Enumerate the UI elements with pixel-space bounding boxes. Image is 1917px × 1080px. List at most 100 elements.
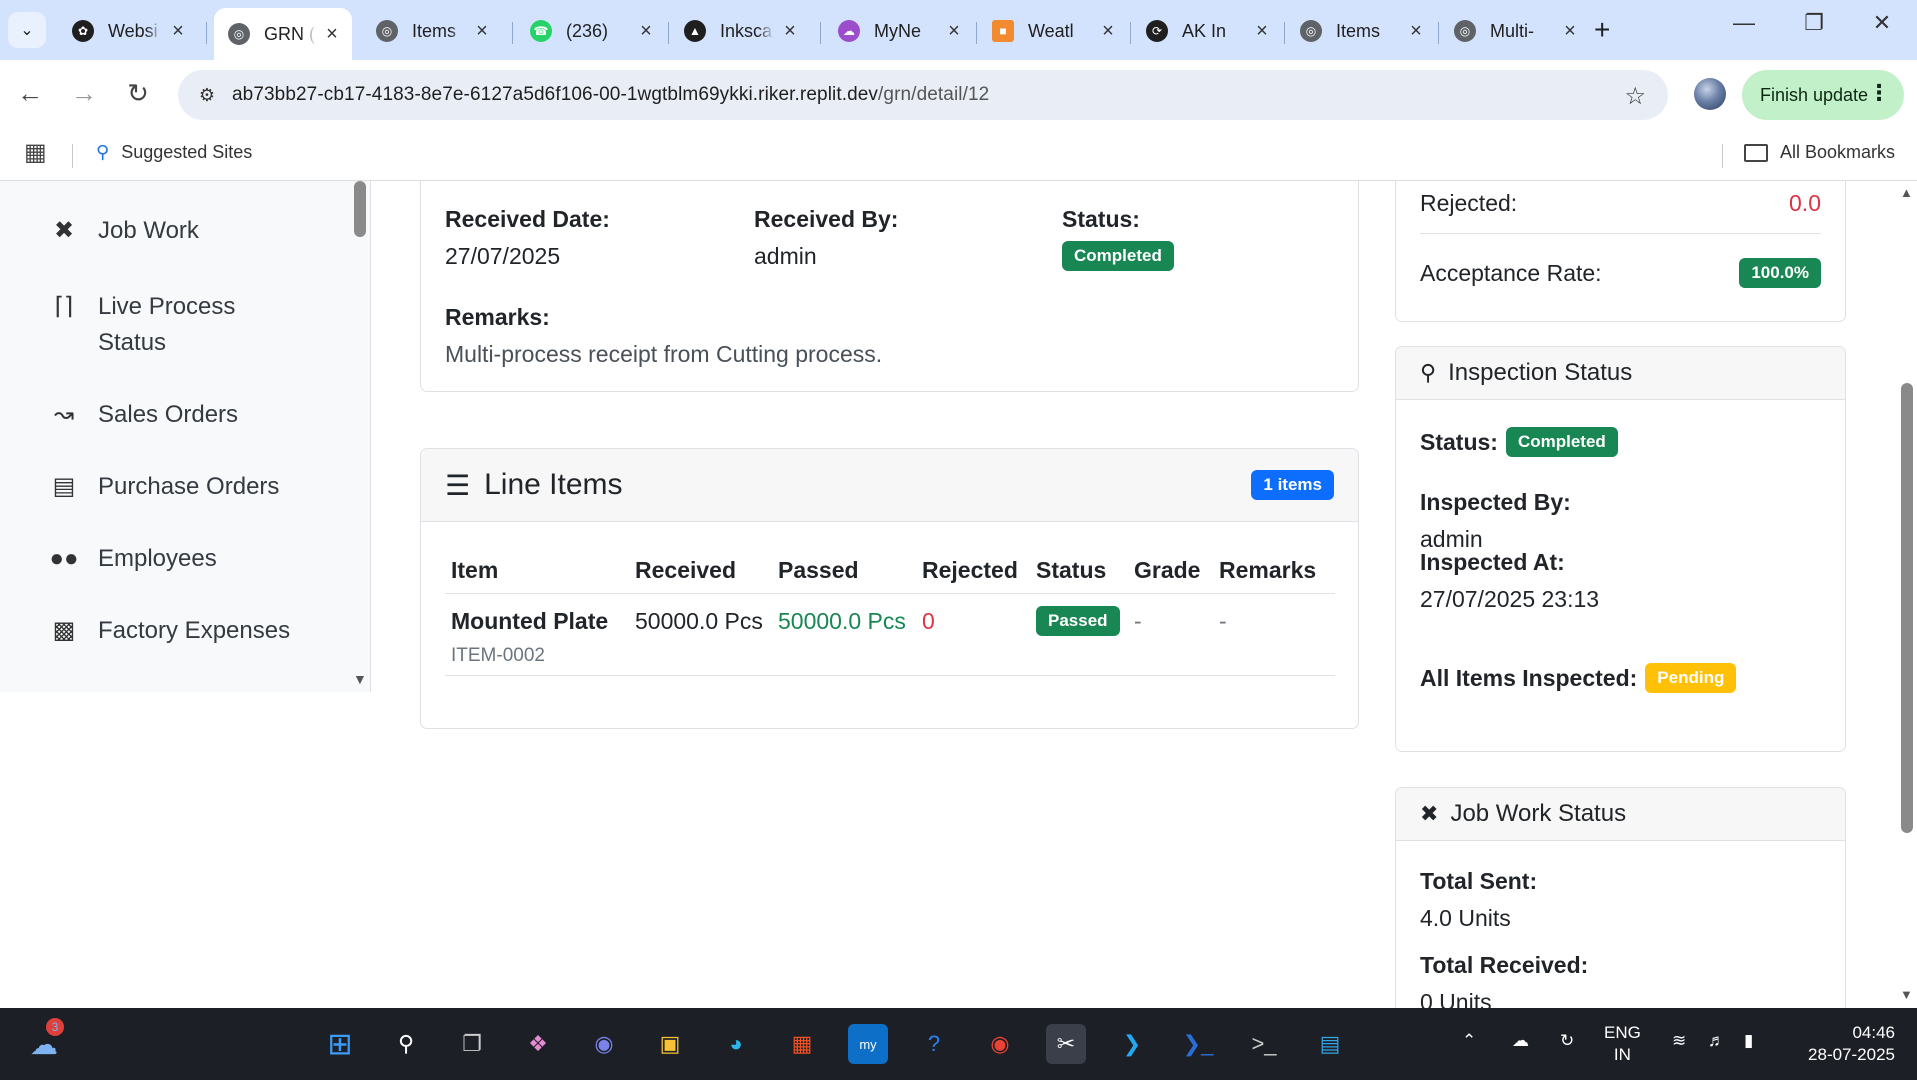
close-icon[interactable]: ×: [1252, 20, 1272, 43]
scroll-down-arrow-icon[interactable]: ▼: [353, 671, 367, 687]
total-sent-field: Total Sent: 4.0 Units: [1420, 868, 1538, 931]
teams-button[interactable]: ◉: [584, 1024, 624, 1064]
task-view-button[interactable]: ❐: [452, 1024, 492, 1064]
inspected-at-field-content: Inspected At: 27/07/2025 23:13: [1420, 549, 1600, 612]
powershell-button[interactable]: ❯_: [1178, 1024, 1218, 1064]
sidebar-item-sales-orders[interactable]: ↝ Sales Orders: [46, 397, 238, 433]
sidebar-item-employees[interactable]: ●● Employees: [46, 541, 217, 577]
close-icon[interactable]: ×: [636, 20, 656, 43]
sidebar-item-live-process-status[interactable]: ⌈⌉ Live Process Status: [46, 289, 286, 361]
close-icon[interactable]: ×: [944, 20, 964, 43]
sidebar-scroll-thumb[interactable]: [354, 181, 366, 237]
restore-button[interactable]: ❐: [1784, 10, 1844, 36]
tab-multi[interactable]: ◎ Multi- ×: [1440, 10, 1590, 52]
bookmark-star-icon[interactable]: ☆: [1624, 82, 1646, 111]
close-icon[interactable]: ×: [1098, 20, 1118, 43]
tab-weather[interactable]: ■ Weatl ×: [978, 10, 1128, 52]
store-button[interactable]: ▦: [782, 1024, 822, 1064]
sidebar-item-factory-expenses[interactable]: ▩ Factory Expenses: [46, 613, 290, 649]
task-view-icon: ❐: [462, 1031, 482, 1056]
tab-website[interactable]: ✿ Websi ×: [58, 10, 198, 52]
minimize-button[interactable]: —: [1714, 10, 1774, 36]
folder-icon: [1744, 143, 1768, 162]
battery-icon[interactable]: ▮: [1744, 1030, 1753, 1052]
remarks-field: Remarks: Multi-process receipt from Cutt…: [445, 304, 883, 367]
chevron-up-icon: ⌃: [1462, 1031, 1477, 1050]
finish-update-button[interactable]: Finish update ⋮: [1742, 70, 1904, 120]
new-tab-button[interactable]: +: [1594, 14, 1610, 46]
close-icon[interactable]: ×: [1406, 20, 1426, 43]
copilot-button[interactable]: ❖: [518, 1024, 558, 1064]
weather-icon: ■: [992, 20, 1014, 42]
sidebar-item-purchase-orders[interactable]: ▤ Purchase Orders: [46, 469, 280, 505]
tab-mynet[interactable]: ☁ MyNe ×: [824, 10, 974, 52]
search-button[interactable]: ⚲: [386, 1024, 426, 1064]
onedrive-icon[interactable]: ☁: [1512, 1030, 1529, 1052]
forward-button[interactable]: →: [64, 78, 104, 109]
wifi-icon[interactable]: ≋: [1672, 1030, 1686, 1052]
tab-ak-in[interactable]: ⟳ AK In ×: [1132, 10, 1282, 52]
more-menu-icon[interactable]: ⋮: [1868, 80, 1890, 106]
sidebar-item-job-work[interactable]: ✖ Job Work: [46, 213, 199, 249]
list-icon: ☰: [445, 469, 471, 501]
openai-icon: ✿: [72, 20, 94, 42]
tab-inkscape[interactable]: ▲ Inksca ×: [670, 10, 810, 52]
close-icon[interactable]: ×: [168, 20, 188, 43]
scroll-down-arrow-icon[interactable]: ▼: [1900, 987, 1913, 1002]
search-icon: ⚲: [397, 1031, 415, 1056]
status-badge: Completed: [1062, 241, 1174, 271]
terminal-icon: >_: [1251, 1031, 1277, 1056]
tab-items-2[interactable]: ◎ Items ×: [1286, 10, 1436, 52]
close-icon[interactable]: ×: [472, 20, 492, 43]
notepad-button[interactable]: ▤: [1310, 1024, 1350, 1064]
show-hidden-icons-button[interactable]: ⌃: [1462, 1030, 1476, 1052]
browser-chrome: ⌄ ✿ Websi × ◎ GRN ( × ◎ Items × ☎ (236) …: [0, 0, 1917, 181]
suggested-sites-link[interactable]: ⚲ Suggested Sites: [96, 142, 252, 163]
sync-icon[interactable]: ↻: [1560, 1030, 1574, 1052]
close-icon[interactable]: ×: [780, 20, 800, 43]
arrow-left-icon: ←: [17, 78, 43, 108]
scroll-up-arrow-icon[interactable]: ▲: [1900, 185, 1913, 200]
volume-icon[interactable]: ♬: [1708, 1030, 1725, 1052]
help-button[interactable]: ?: [914, 1024, 954, 1064]
clock[interactable]: 04:46 28-07-2025: [1795, 1022, 1895, 1066]
teams-icon: ◉: [594, 1031, 614, 1056]
received-by-field: Received By: admin: [754, 206, 899, 269]
reload-button[interactable]: ↻: [118, 78, 158, 109]
site-settings-icon[interactable]: ⚙: [192, 85, 222, 106]
acceptance-row: Acceptance Rate: 100.0%: [1420, 258, 1821, 288]
globe-icon: ◎: [376, 20, 398, 42]
language-indicator[interactable]: ENG IN: [1604, 1022, 1641, 1066]
sidebar-scrollbar[interactable]: ▼: [352, 181, 368, 692]
back-button[interactable]: ←: [10, 78, 50, 109]
address-bar[interactable]: ⚙ ab73bb27-cb17-4183-8e7e-6127a5d6f106-0…: [178, 70, 1668, 120]
close-icon[interactable]: ×: [322, 23, 342, 46]
file-explorer-button[interactable]: ▣: [650, 1024, 690, 1064]
terminal-button[interactable]: >_: [1244, 1024, 1284, 1064]
apps-grid-icon[interactable]: ▦: [24, 138, 47, 167]
edge-button[interactable]: ◕: [716, 1024, 756, 1064]
start-button[interactable]: ⊞: [320, 1024, 360, 1064]
url-text[interactable]: ab73bb27-cb17-4183-8e7e-6127a5d6f106-00-…: [232, 84, 989, 106]
receipt-info-card: Received Date: 27/07/2025 Received By: a…: [420, 181, 1359, 392]
page-scrollbar[interactable]: ▲ ▼: [1897, 181, 1917, 1008]
chrome-button[interactable]: ◉: [980, 1024, 1020, 1064]
table-row: Mounted Plate ITEM-0002 50000.0 Pcs 5000…: [445, 593, 1335, 675]
close-icon[interactable]: ×: [1560, 20, 1580, 43]
snipping-tool-button[interactable]: ✂: [1046, 1024, 1086, 1064]
tab-search-button[interactable]: ⌄: [8, 12, 46, 48]
restore-icon: ❐: [1804, 10, 1824, 35]
page-scroll-thumb[interactable]: [1901, 383, 1913, 833]
tab-grn[interactable]: ◎ GRN ( ×: [214, 8, 352, 60]
close-window-button[interactable]: ✕: [1852, 10, 1912, 36]
inspected-by-field: Inspected By: admin: [1420, 489, 1571, 552]
sidebar: ✖ Job Work ⌈⌉ Live Process Status ↝ Sale…: [0, 181, 371, 692]
all-bookmarks-link[interactable]: All Bookmarks: [1744, 142, 1895, 163]
vscode-button[interactable]: ❯: [1112, 1024, 1152, 1064]
myhp-button[interactable]: my: [848, 1024, 888, 1064]
profile-avatar[interactable]: [1694, 78, 1726, 110]
whatsapp-icon: ☎: [530, 20, 552, 42]
tab-whatsapp[interactable]: ☎ (236) ×: [516, 10, 666, 52]
tab-items[interactable]: ◎ Items ×: [362, 10, 502, 52]
weather-widget[interactable]: ☁ 3: [24, 1018, 64, 1064]
